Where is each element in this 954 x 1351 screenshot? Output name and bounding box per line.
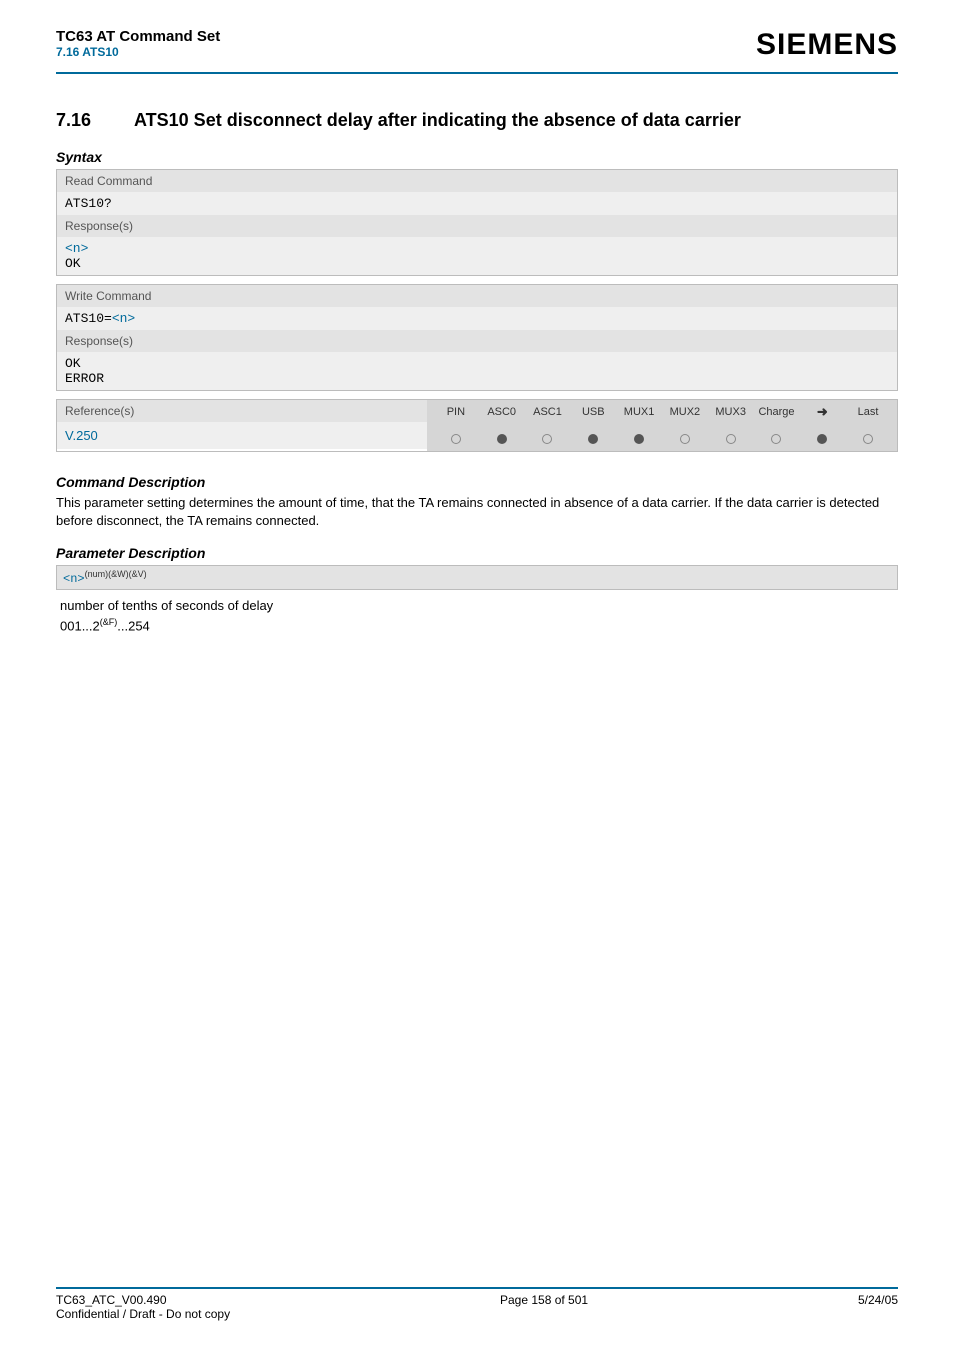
brand-logo: SIEMENS xyxy=(756,28,898,62)
col-usb: USB xyxy=(570,406,616,418)
col-pin: PIN xyxy=(433,406,479,418)
reference-matrix: PIN ASC0 ASC1 USB MUX1 MUX2 MUX3 Charge … xyxy=(427,400,897,451)
write-command-param: <n> xyxy=(112,311,135,326)
page-footer: TC63_ATC_V00.490 Confidential / Draft - … xyxy=(56,1287,898,1321)
write-command-box: Write Command ATS10=<n> Response(s) OK E… xyxy=(56,284,898,391)
section-heading: 7.16 ATS10 Set disconnect delay after in… xyxy=(56,110,898,131)
reference-left: Reference(s) V.250 xyxy=(57,400,427,451)
col-last: Last xyxy=(845,406,891,418)
dot-filled-icon xyxy=(634,434,644,444)
col-asc1: ASC1 xyxy=(525,406,571,418)
matrix-header-row: PIN ASC0 ASC1 USB MUX1 MUX2 MUX3 Charge … xyxy=(427,400,897,424)
param-range-a: 001...2 xyxy=(60,618,100,633)
read-command-value: ATS10? xyxy=(57,192,897,215)
read-response-label: Response(s) xyxy=(57,215,897,237)
dot-empty-icon xyxy=(863,434,873,444)
col-airplane-icon: ➜ xyxy=(799,404,845,420)
footer-confidential: Confidential / Draft - Do not copy xyxy=(56,1307,230,1321)
param-range-sup: (&F) xyxy=(100,617,118,627)
doc-title: TC63 AT Command Set xyxy=(56,28,220,45)
footer-version: TC63_ATC_V00.490 xyxy=(56,1293,230,1307)
read-response-ok: OK xyxy=(65,256,81,271)
dot-empty-icon xyxy=(771,434,781,444)
dot-filled-icon xyxy=(588,434,598,444)
dot-empty-icon xyxy=(451,434,461,444)
reference-label: Reference(s) xyxy=(57,400,427,422)
col-charge: Charge xyxy=(754,406,800,418)
col-asc0: ASC0 xyxy=(479,406,525,418)
write-response-label: Response(s) xyxy=(57,330,897,352)
write-command-prefix: ATS10= xyxy=(65,311,112,326)
dot-empty-icon xyxy=(542,434,552,444)
cell-mux1 xyxy=(616,430,662,445)
section-title: ATS10 Set disconnect delay after indicat… xyxy=(134,110,898,131)
dot-filled-icon xyxy=(817,434,827,444)
col-mux2: MUX2 xyxy=(662,406,708,418)
parameter-n-description: number of tenths of seconds of delay 001… xyxy=(56,596,898,635)
cell-usb xyxy=(570,430,616,445)
reference-box: Reference(s) V.250 PIN ASC0 ASC1 USB MUX… xyxy=(56,399,898,452)
dot-filled-icon xyxy=(497,434,507,444)
write-response-value: OK ERROR xyxy=(57,352,897,390)
syntax-heading: Syntax xyxy=(56,149,898,165)
command-description-heading: Command Description xyxy=(56,474,898,490)
cell-asc0 xyxy=(479,430,525,445)
footer-left: TC63_ATC_V00.490 Confidential / Draft - … xyxy=(56,1293,230,1321)
header-divider xyxy=(56,72,898,74)
page-header: TC63 AT Command Set 7.16 ATS10 SIEMENS xyxy=(56,28,898,72)
read-response-param: <n> xyxy=(65,241,88,256)
footer-divider xyxy=(56,1287,898,1289)
parameter-n-range: 001...2(&F)...254 xyxy=(60,616,898,636)
cell-airplane xyxy=(799,430,845,445)
cell-pin xyxy=(433,430,479,445)
parameter-n-box: <n>(num)(&W)(&V) xyxy=(56,565,898,590)
parameter-n-name: <n> xyxy=(63,572,85,586)
parameter-n-line1: number of tenths of seconds of delay xyxy=(60,596,898,616)
section-number: 7.16 xyxy=(56,110,134,131)
param-range-b: ...254 xyxy=(117,618,150,633)
cell-mux3 xyxy=(708,430,754,445)
read-command-box: Read Command ATS10? Response(s) <n> OK xyxy=(56,169,898,276)
command-description-text: This parameter setting determines the am… xyxy=(56,494,898,529)
parameter-n-attrs: (num)(&W)(&V) xyxy=(85,569,147,579)
col-mux3: MUX3 xyxy=(708,406,754,418)
write-response-error: ERROR xyxy=(65,371,104,386)
parameter-description-heading: Parameter Description xyxy=(56,545,898,561)
cell-asc1 xyxy=(525,430,571,445)
dot-empty-icon xyxy=(680,434,690,444)
cell-last xyxy=(845,430,891,445)
cell-charge xyxy=(754,430,800,445)
dot-empty-icon xyxy=(726,434,736,444)
reference-value: V.250 xyxy=(57,422,427,449)
matrix-value-row xyxy=(427,424,897,451)
footer-date: 5/24/05 xyxy=(858,1293,898,1321)
read-command-label: Read Command xyxy=(57,170,897,192)
doc-subtitle: 7.16 ATS10 xyxy=(56,45,220,59)
footer-page-number: Page 158 of 501 xyxy=(230,1293,858,1321)
write-response-ok: OK xyxy=(65,356,81,371)
write-command-value: ATS10=<n> xyxy=(57,307,897,330)
col-mux1: MUX1 xyxy=(616,406,662,418)
header-left: TC63 AT Command Set 7.16 ATS10 xyxy=(56,28,220,59)
write-command-label: Write Command xyxy=(57,285,897,307)
read-response-value: <n> OK xyxy=(57,237,897,275)
cell-mux2 xyxy=(662,430,708,445)
